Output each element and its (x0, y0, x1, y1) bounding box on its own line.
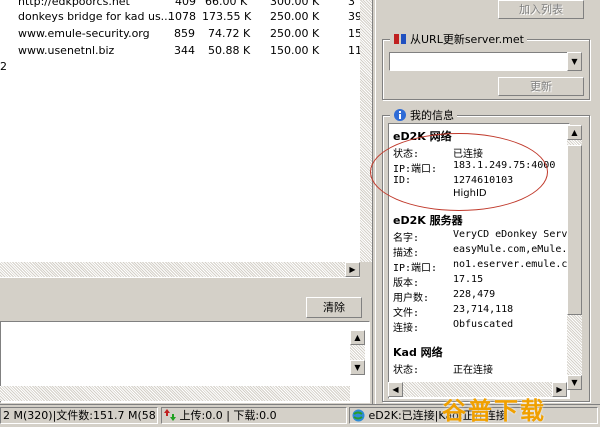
info-scroll-up-button[interactable]: ▲ (567, 125, 582, 140)
table-row[interactable]: www.emule-security.org 859 74.72 K 250.0… (0, 25, 360, 42)
info-scroll-thumb[interactable] (567, 145, 582, 315)
list-hscroll-track[interactable] (0, 262, 345, 277)
add-to-list-button[interactable]: 加入列表 (498, 0, 584, 19)
status-transfer: 上传:0.0 | 下载:0.0 (161, 407, 347, 424)
log-scroll-down-button[interactable]: ▼ (350, 360, 365, 375)
update-server-met-legend: 从URL更新server.met (390, 31, 527, 47)
server-met-icon (394, 34, 406, 44)
update-button[interactable]: 更新 (498, 77, 584, 96)
table-row[interactable]: www.usenetnl.biz 344 50.88 K 150.00 K 11 (0, 42, 360, 59)
annotation-ellipse (370, 133, 548, 211)
info-scroll-right-button[interactable]: ▶ (552, 382, 567, 397)
network-globe-icon (352, 409, 365, 422)
update-group-title: 从URL更新server.met (410, 33, 524, 46)
watermark-logo: 谷普下载 (442, 397, 546, 425)
server-met-url-input[interactable] (389, 52, 569, 71)
log-scroll-up-button[interactable]: ▲ (350, 330, 365, 345)
chevron-down-icon[interactable]: ▼ (567, 52, 582, 71)
kad-status-value: 正在连接 (453, 365, 493, 376)
splitter[interactable] (0, 280, 372, 296)
info-scroll-left-button[interactable]: ◀ (388, 382, 403, 397)
kad-section-title: Kad 网络 (393, 346, 443, 359)
clear-button[interactable]: 清除 (306, 297, 362, 318)
stray-text: 2 (0, 60, 7, 73)
info-group-title: 我的信息 (410, 109, 454, 122)
download-speed: 下载:0.0 (233, 409, 277, 422)
info-scroll-down-button[interactable]: ▼ (567, 375, 582, 390)
server-section-title: eD2K 服务器 (393, 214, 463, 227)
status-files: 2 M(320)|文件数:151.7 M(58.2 K (0, 407, 158, 424)
upload-speed: 上传:0.0 (179, 409, 223, 422)
server-list[interactable]: http://edkpoorcs.net 409 66.00 K 300.00 … (0, 0, 360, 278)
list-vscroll-track[interactable] (360, 0, 372, 262)
table-row[interactable]: donkeys bridge for kad us... 1078 173.55… (0, 8, 360, 25)
scroll-right-button[interactable]: ▶ (345, 262, 360, 277)
vertical-splitter[interactable] (372, 0, 376, 404)
transfer-arrows-icon (164, 409, 176, 421)
info-icon (394, 109, 406, 121)
log-hscroll-track[interactable] (0, 386, 350, 401)
my-info-legend: 我的信息 (390, 107, 457, 123)
